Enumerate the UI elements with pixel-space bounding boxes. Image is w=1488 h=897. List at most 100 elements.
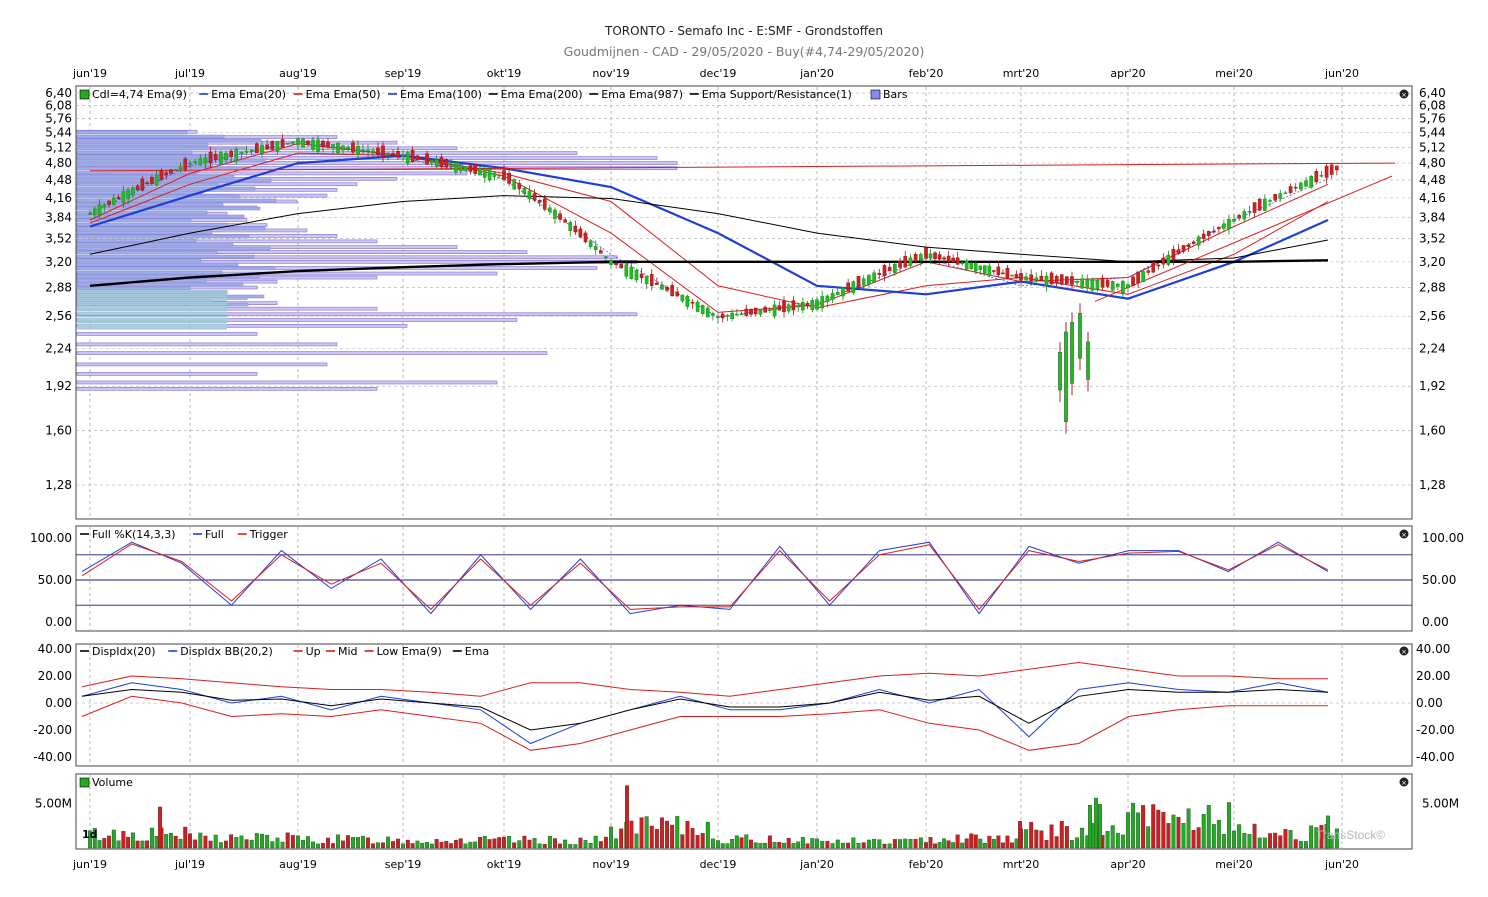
volume-panel: 5.00M 5.00M Volume × <box>35 773 1459 850</box>
volume-bar <box>502 836 506 849</box>
volume-bar <box>254 833 259 849</box>
price-tick-left: 2,24 <box>45 342 72 356</box>
stock-chart[interactable]: jun'19 jul'19 aug'19 sep'19 okt'19 nov'19 dec'… <box>0 0 1488 897</box>
candle-body <box>955 257 960 265</box>
volume-bar <box>386 836 390 849</box>
month-axis-top: jun'19 jul'19 aug'19 sep'19 okt'19 nov'19 dec'… <box>72 67 1359 80</box>
volume-bar <box>439 841 444 849</box>
volume-bar <box>1098 804 1102 849</box>
candle-body <box>629 266 634 279</box>
volume-bar <box>825 841 830 849</box>
volume-bar <box>290 835 295 849</box>
candle-body <box>154 174 159 186</box>
candle-body <box>112 198 116 205</box>
svg-text:×: × <box>1401 648 1407 656</box>
dispidx-tick-right: 40.00 <box>1416 642 1450 656</box>
month-label-bottom: apr'20 <box>1110 858 1145 871</box>
candle-body <box>639 273 644 279</box>
volume-bar <box>573 844 578 849</box>
month-label-bottom: jun'19 <box>72 858 107 871</box>
candle-body <box>772 304 777 317</box>
volume-bar <box>547 835 552 849</box>
candle-body <box>381 145 385 158</box>
volume-bar <box>542 844 547 849</box>
candle-body <box>249 149 254 152</box>
candle-body <box>1186 244 1191 247</box>
volume-profile-bar <box>76 134 225 139</box>
volume-bar <box>882 843 887 849</box>
candle-body <box>796 304 800 308</box>
volume-bar <box>234 837 239 849</box>
candle-body <box>665 287 669 291</box>
candle-body <box>725 315 730 317</box>
volume-bar <box>316 843 320 849</box>
volume-bar <box>851 837 856 849</box>
volume-bar <box>537 843 542 849</box>
volume-bar <box>796 841 801 849</box>
volume-bar <box>415 840 420 849</box>
volume-bar <box>846 842 851 849</box>
candle-body <box>851 281 856 294</box>
legend-item: Ema Ema(20) <box>211 88 286 101</box>
candle-body <box>188 162 192 165</box>
stochastic-panel: 100.00 100.00 50.00 50.00 0.00 0.00 Full %K(1… <box>30 525 1464 632</box>
price-tick-left: 6,08 <box>45 98 72 112</box>
dispidx-tick-right: 20.00 <box>1416 669 1450 683</box>
candle-body <box>1176 249 1181 254</box>
candle-body <box>468 165 473 172</box>
volume-bar <box>654 828 659 849</box>
dispidx-tick-right: 0.00 <box>1416 696 1443 710</box>
volume-bar <box>1000 842 1005 849</box>
volume-bar <box>908 839 913 849</box>
candle-body <box>548 207 552 212</box>
volume-bar <box>116 840 121 849</box>
volume-bar <box>410 843 415 849</box>
candle-body <box>583 232 588 243</box>
volume-bar <box>249 839 254 849</box>
svg-text:×: × <box>1401 531 1407 539</box>
volume-bar <box>336 834 340 849</box>
volume-tick-left: 5.00M <box>35 796 72 810</box>
legend-item: Full %K(14,3,3) <box>92 528 176 541</box>
volume-profile-bar <box>77 296 227 298</box>
candle-body <box>482 168 487 178</box>
candle-body <box>660 284 664 290</box>
volume-bar <box>720 843 725 849</box>
legend-item: Ema Ema(200) <box>501 88 583 101</box>
volume-bar <box>149 827 154 849</box>
candle-body <box>749 308 753 315</box>
volume-bar <box>1088 805 1092 849</box>
volume-bar <box>121 831 126 849</box>
volume-bar <box>924 842 928 849</box>
volume-bar <box>603 836 608 849</box>
candle-body <box>898 261 902 268</box>
candle-body <box>1288 186 1293 193</box>
candle-body <box>183 158 188 170</box>
volume-bar <box>1115 832 1120 849</box>
volume-bar <box>198 832 203 849</box>
candle-body <box>1299 182 1303 190</box>
volume-profile-bar <box>76 190 203 195</box>
volume-profile-bar <box>77 314 227 316</box>
volume-bar <box>593 835 598 849</box>
interval-label: 1d <box>82 828 98 841</box>
candle-body <box>331 144 335 149</box>
candle-body <box>973 263 978 272</box>
volume-bar <box>102 838 107 849</box>
volume-profile-bar <box>77 290 227 292</box>
stochastic-tick-right: 50.00 <box>1422 573 1456 587</box>
volume-bar <box>928 837 933 849</box>
month-label-top: nov'19 <box>592 67 629 80</box>
candle-body <box>933 252 937 259</box>
candle-body <box>1146 270 1150 273</box>
volume-bar <box>270 841 275 849</box>
candle-body <box>415 155 420 161</box>
candle-body <box>1252 202 1257 213</box>
volume-bar <box>361 836 365 849</box>
candle-body <box>1151 262 1156 273</box>
candle-body <box>502 170 506 180</box>
volume-profile-bar <box>76 146 246 151</box>
candle-body <box>1257 198 1262 211</box>
volume-bar <box>1161 812 1166 849</box>
month-label-top: dec'19 <box>700 67 737 80</box>
